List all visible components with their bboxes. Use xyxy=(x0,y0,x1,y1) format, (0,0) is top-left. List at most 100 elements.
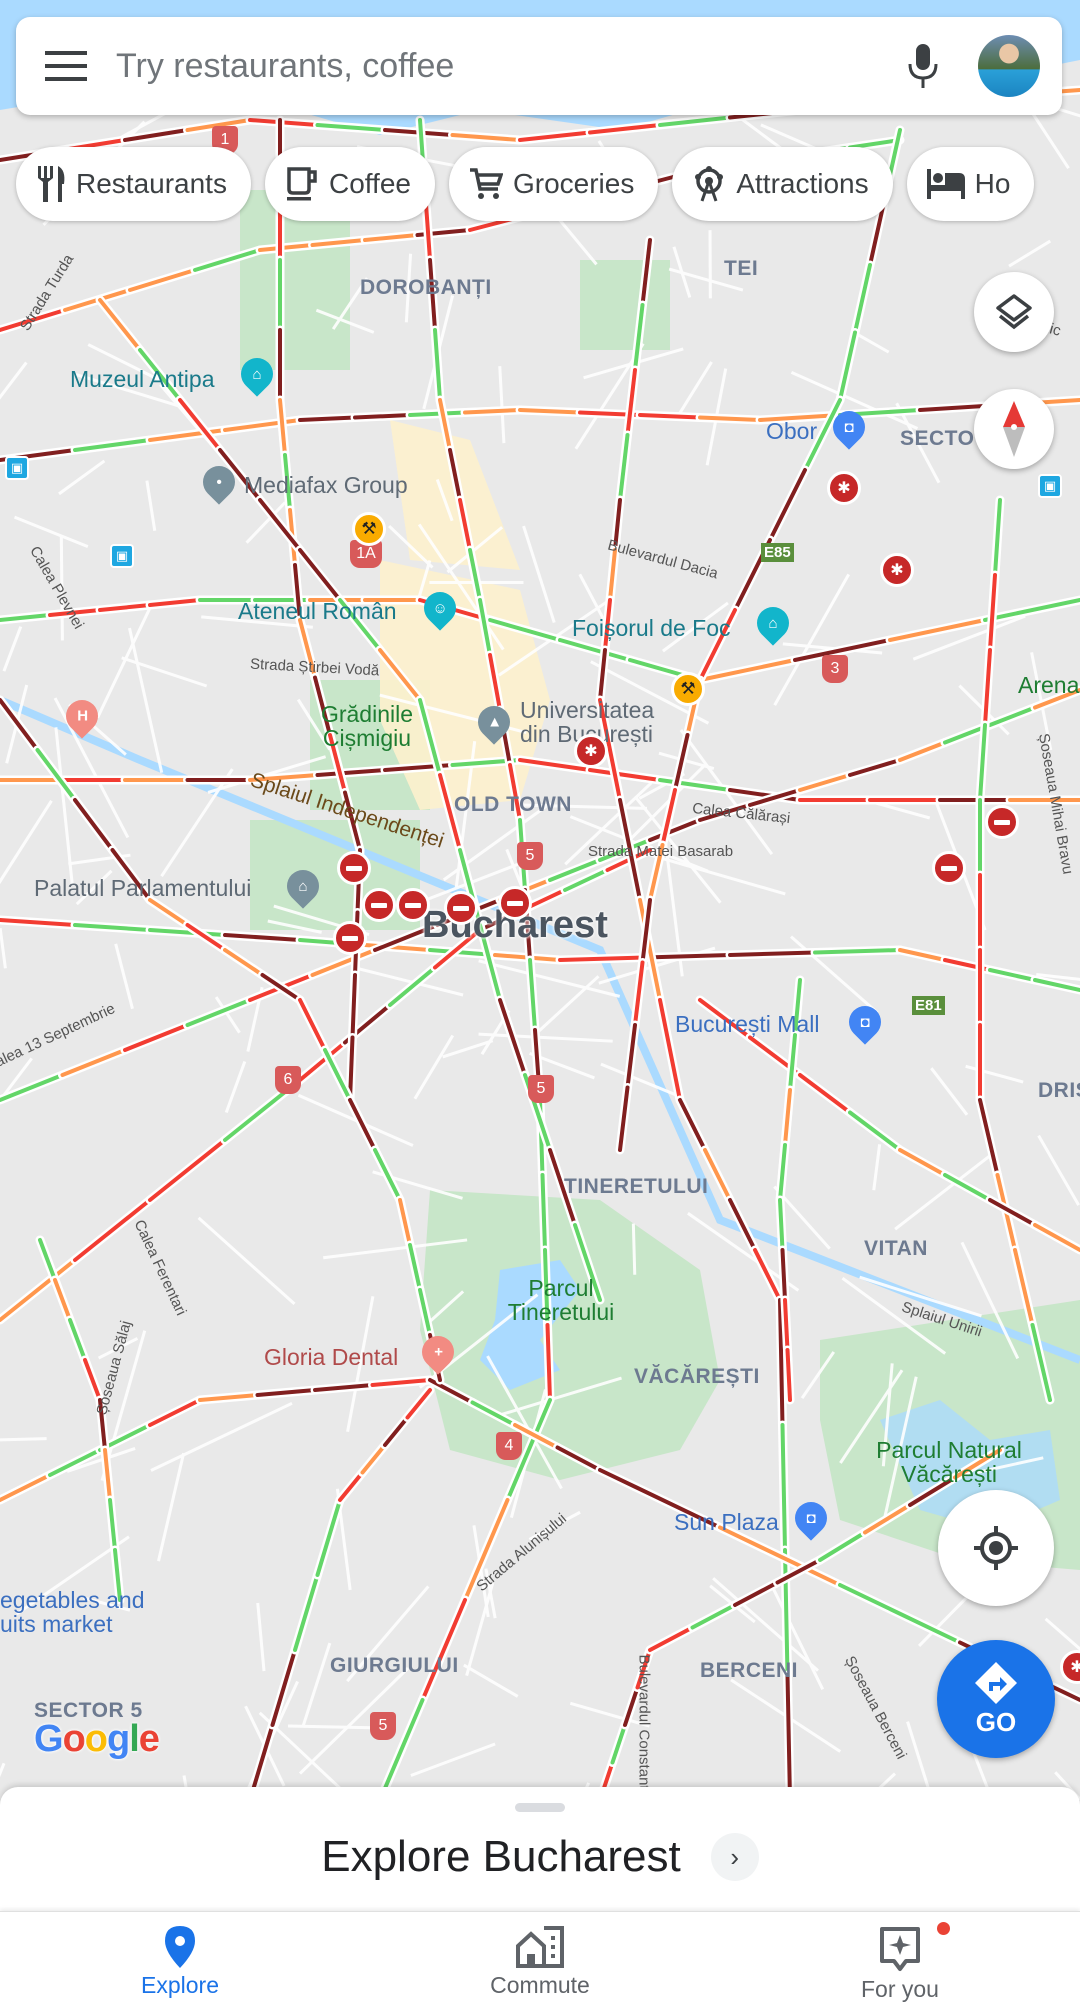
poi-label[interactable]: Parcul Tineretului xyxy=(496,1276,626,1324)
voice-search-button[interactable] xyxy=(888,17,958,115)
road-closure-icon[interactable] xyxy=(498,886,532,920)
poi-label[interactable]: Arena xyxy=(1018,673,1079,697)
traffic-segment xyxy=(353,413,412,420)
traffic-segment xyxy=(1033,1223,1080,1252)
road-closure-icon[interactable] xyxy=(396,888,430,922)
chip-coffee[interactable]: Coffee xyxy=(264,147,435,221)
traffic-segment xyxy=(360,1443,387,1475)
road-closure-icon[interactable] xyxy=(932,851,966,885)
traffic-segment xyxy=(783,1298,790,1352)
traffic-segment xyxy=(338,1470,365,1502)
poi-label[interactable]: Mediafax Group xyxy=(244,473,408,497)
chip-restaurants[interactable]: Restaurants xyxy=(16,147,251,221)
metro-station-icon[interactable]: ▣ xyxy=(1038,474,1062,498)
google-logo: Google xyxy=(34,1718,160,1760)
poi-label[interactable]: București Mall xyxy=(675,1012,819,1036)
park xyxy=(580,260,670,350)
poi-label[interactable]: Foișorul de Foc xyxy=(572,616,731,640)
road-closure-icon[interactable] xyxy=(362,888,396,922)
layers-icon xyxy=(996,294,1032,330)
crash-icon[interactable]: ✱ xyxy=(827,471,861,505)
chip-label: Attractions xyxy=(736,168,869,199)
traffic-segment xyxy=(540,1173,547,1252)
minor-street xyxy=(54,727,74,886)
traffic-segment xyxy=(838,1583,962,1645)
traffic-segment xyxy=(728,950,817,957)
traffic-segment xyxy=(223,948,265,977)
bed-icon xyxy=(926,169,965,199)
traffic-segment xyxy=(848,758,902,777)
district-label: TEI xyxy=(724,257,759,280)
traffic-segment xyxy=(53,1278,72,1322)
traffic-segment xyxy=(690,1603,737,1630)
poi-label[interactable]: Parcul Natural Văcărești xyxy=(874,1438,1024,1486)
poi-label[interactable]: Ateneul Român xyxy=(238,599,397,623)
poi-label[interactable]: Grădinile Cișmigiu xyxy=(302,702,432,750)
traffic-segment xyxy=(648,1625,695,1652)
microphone-icon xyxy=(908,44,938,88)
poi-label[interactable]: egetables and uits market xyxy=(0,1588,160,1636)
sheet-title[interactable]: Explore Bucharest xyxy=(321,1832,681,1882)
road-closure-icon[interactable] xyxy=(444,891,478,925)
search-input[interactable] xyxy=(116,46,888,86)
chip-label: Coffee xyxy=(328,168,411,199)
minor-street xyxy=(0,1057,33,1103)
category-chips: Restaurants Coffee Groceries Attractions… xyxy=(16,147,1035,221)
minor-street xyxy=(1008,239,1052,268)
traffic-segment xyxy=(293,1573,320,1652)
traffic-segment xyxy=(813,948,902,955)
layers-button[interactable] xyxy=(974,272,1054,352)
explore-sheet[interactable]: Explore Bucharest › xyxy=(0,1787,1080,1911)
chip-hotels[interactable]: Ho xyxy=(906,147,1035,221)
district-label: VĂCĂREȘTI xyxy=(634,1365,760,1388)
minor-street xyxy=(145,480,157,532)
road-works-icon[interactable]: ⚒ xyxy=(352,512,386,546)
directions-icon xyxy=(975,1661,1017,1704)
go-button[interactable]: GO xyxy=(937,1640,1055,1758)
poi-label[interactable]: Muzeul Antipa xyxy=(70,367,214,391)
district-label: DOROBANȚI xyxy=(360,276,492,299)
chip-groceries[interactable]: Groceries xyxy=(448,147,659,221)
traffic-segment xyxy=(798,1073,852,1115)
tab-commute[interactable]: Commute xyxy=(360,1912,720,2003)
metro-station-icon[interactable]: ▣ xyxy=(5,456,29,480)
metro-station-icon[interactable]: ▣ xyxy=(110,544,134,568)
road-closure-icon[interactable] xyxy=(985,805,1019,839)
my-location-button[interactable] xyxy=(938,1490,1054,1606)
road-closure-icon[interactable] xyxy=(337,851,371,885)
road-works-icon[interactable]: ⚒ xyxy=(671,672,705,706)
road-closure-icon[interactable] xyxy=(333,921,367,955)
traffic-segment xyxy=(323,1048,352,1102)
traffic-segment xyxy=(698,658,797,682)
park-tineretului xyxy=(420,1190,720,1480)
poi-label[interactable]: Palatul Parlamentului xyxy=(34,876,251,900)
poi-label[interactable]: Gloria Dental xyxy=(264,1345,398,1369)
minor-street xyxy=(853,330,890,354)
traffic-segment xyxy=(853,263,872,335)
tab-explore[interactable]: Explore xyxy=(0,1912,360,2003)
district-label: OLD TOWN xyxy=(454,793,572,816)
compass-button[interactable] xyxy=(974,389,1054,469)
route-shield: 4 xyxy=(496,1432,522,1460)
drag-handle[interactable] xyxy=(515,1803,565,1812)
traffic-segment xyxy=(98,298,142,352)
minor-street xyxy=(930,1067,969,1116)
crash-icon[interactable]: ✱ xyxy=(574,734,608,768)
crash-icon[interactable]: ✱ xyxy=(880,553,914,587)
map-canvas[interactable]: DOROBANȚI TEI SECTO OLD TOWN TINERETULUI… xyxy=(0,0,1080,1800)
minor-street xyxy=(463,1663,519,1698)
poi-label[interactable]: Obor xyxy=(766,419,817,443)
chevron-right-icon[interactable]: › xyxy=(710,1833,759,1881)
shopping-cart-icon xyxy=(469,168,503,199)
tab-for-you[interactable]: For you xyxy=(720,1912,1080,2003)
chip-attractions[interactable]: Attractions xyxy=(672,147,893,221)
minor-street xyxy=(157,1452,186,1562)
district-label: SECTO xyxy=(900,427,975,450)
menu-button[interactable] xyxy=(16,17,116,115)
avatar[interactable] xyxy=(978,35,1040,97)
poi-label[interactable]: Sun Plaza xyxy=(674,1510,779,1534)
traffic-segment xyxy=(60,1048,127,1077)
for-you-icon xyxy=(880,1927,920,1971)
street-label: Strada Matei Basarab xyxy=(588,843,734,860)
google-maps-app: DOROBANȚI TEI SECTO OLD TOWN TINERETULUI… xyxy=(0,0,1080,2003)
